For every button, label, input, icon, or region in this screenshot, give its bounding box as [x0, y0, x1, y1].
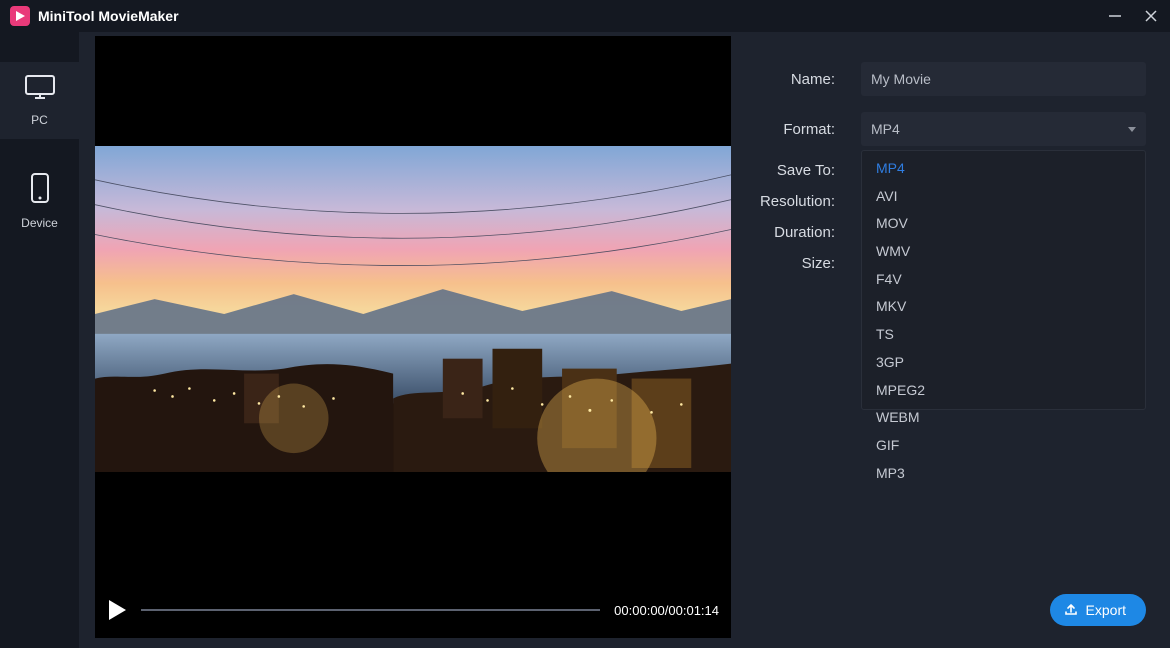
format-option-mp3[interactable]: MP3	[862, 460, 1145, 488]
video-frame	[95, 146, 731, 472]
name-row: Name:	[747, 62, 1146, 96]
format-option-wmv[interactable]: WMV	[862, 238, 1145, 266]
sidebar-item-label: PC	[31, 113, 48, 127]
format-label: Format:	[747, 121, 839, 138]
format-option-mkv[interactable]: MKV	[862, 293, 1145, 321]
sidebar-item-label: Device	[21, 216, 58, 230]
timecode: 00:00:00/00:01:14	[614, 603, 719, 618]
format-row: Format: MP4	[747, 112, 1146, 146]
format-option-gif[interactable]: GIF	[862, 432, 1145, 460]
chevron-down-icon	[1128, 127, 1136, 132]
format-option-3gp[interactable]: 3GP	[862, 349, 1145, 377]
letterbox-bottom	[95, 472, 731, 582]
export-button-label: Export	[1086, 602, 1126, 618]
format-select[interactable]: MP4	[861, 112, 1146, 146]
name-label: Name:	[747, 71, 839, 88]
app-logo-icon	[10, 6, 30, 26]
export-settings-panel: Name: Format: MP4 Save To: Resolution: D…	[747, 32, 1170, 648]
app-brand: MiniTool MovieMaker	[10, 6, 179, 26]
sidebar-item-pc[interactable]: PC	[0, 62, 79, 139]
letterbox-top	[95, 36, 731, 146]
saveto-label: Save To:	[747, 162, 839, 179]
titlebar: MiniTool MovieMaker	[0, 0, 1170, 32]
video-preview[interactable]	[95, 36, 731, 582]
format-option-avi[interactable]: AVI	[862, 183, 1145, 211]
format-option-ts[interactable]: TS	[862, 321, 1145, 349]
format-dropdown[interactable]: MP4AVIMOVWMVF4VMKVTS3GPMPEG2WEBMGIFMP3	[861, 150, 1146, 410]
format-option-mpeg2[interactable]: MPEG2	[862, 377, 1145, 405]
format-option-webm[interactable]: WEBM	[862, 404, 1145, 432]
seek-bar[interactable]	[141, 609, 600, 611]
format-option-mov[interactable]: MOV	[862, 210, 1145, 238]
play-button[interactable]	[107, 599, 127, 621]
name-input[interactable]	[861, 62, 1146, 96]
resolution-label: Resolution:	[747, 193, 839, 210]
app-title: MiniTool MovieMaker	[38, 8, 179, 24]
window-controls	[1106, 7, 1160, 25]
export-sidebar: PC Device	[0, 32, 79, 648]
minimize-button[interactable]	[1106, 7, 1124, 25]
format-selected-value: MP4	[871, 121, 900, 137]
export-bar: Export	[747, 594, 1146, 626]
player-controls: 00:00:00/00:01:14	[95, 582, 731, 638]
size-label: Size:	[747, 255, 839, 272]
monitor-icon	[23, 72, 57, 107]
sidebar-item-device[interactable]: Device	[0, 161, 79, 242]
duration-label: Duration:	[747, 224, 839, 241]
preview-column: 00:00:00/00:01:14	[79, 32, 747, 648]
export-button[interactable]: Export	[1050, 594, 1146, 626]
close-button[interactable]	[1142, 7, 1160, 25]
main-area: PC Device	[0, 32, 1170, 648]
smartphone-icon	[28, 171, 52, 210]
format-option-f4v[interactable]: F4V	[862, 266, 1145, 294]
upload-icon	[1064, 602, 1078, 619]
format-option-mp4[interactable]: MP4	[862, 155, 1145, 183]
